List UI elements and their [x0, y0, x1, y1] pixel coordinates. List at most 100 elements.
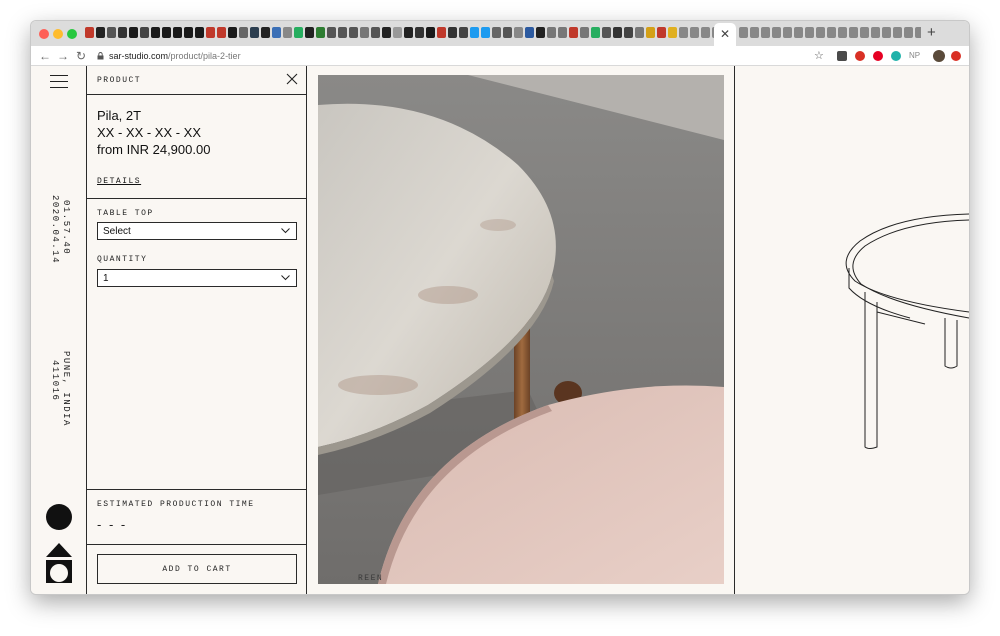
- tab-favicon[interactable]: [904, 27, 913, 38]
- tab-favicon[interactable]: [404, 27, 413, 38]
- tab-favicon[interactable]: [772, 27, 781, 38]
- tab-favicon[interactable]: [217, 27, 226, 38]
- close-tab-icon[interactable]: ✕: [720, 26, 730, 42]
- tab-favicon[interactable]: [151, 27, 160, 38]
- extension-icon[interactable]: [951, 51, 961, 61]
- tab-favicon[interactable]: [657, 27, 666, 38]
- back-arrow-icon[interactable]: ←: [39, 48, 51, 64]
- np-extension-icon[interactable]: NP: [909, 50, 920, 62]
- tab-favicon[interactable]: [470, 27, 479, 38]
- tab-favicon[interactable]: [107, 27, 116, 38]
- tab-favicon[interactable]: [547, 27, 556, 38]
- tab-favicon[interactable]: [393, 27, 402, 38]
- table-top-select[interactable]: Select: [97, 222, 297, 240]
- tab-favicon[interactable]: [805, 27, 814, 38]
- address-bar[interactable]: sar-studio.com/product/pila-2-tier: [109, 49, 241, 63]
- extension-icon[interactable]: [891, 51, 901, 61]
- tab-favicon[interactable]: [893, 27, 902, 38]
- tab-favicon[interactable]: [503, 27, 512, 38]
- tab-favicon[interactable]: [261, 27, 270, 38]
- extension-icon[interactable]: [837, 51, 847, 61]
- menu-icon[interactable]: [50, 75, 68, 89]
- tab-favicon[interactable]: [327, 27, 336, 38]
- tab-favicon[interactable]: [448, 27, 457, 38]
- tab-favicon[interactable]: [437, 27, 446, 38]
- quantity-select[interactable]: 1: [97, 269, 297, 287]
- tab-favicon[interactable]: [602, 27, 611, 38]
- tab-favicon[interactable]: [96, 27, 105, 38]
- details-link[interactable]: DETAILS: [97, 177, 141, 186]
- tab-favicon[interactable]: [360, 27, 369, 38]
- tab-favicon[interactable]: [492, 27, 501, 38]
- tab-favicon[interactable]: [536, 27, 545, 38]
- tab-favicon[interactable]: [294, 27, 303, 38]
- tab-favicon[interactable]: [668, 27, 677, 38]
- tab-favicon[interactable]: [283, 27, 292, 38]
- tab-favicon[interactable]: [915, 27, 921, 38]
- tab-favicon[interactable]: [514, 27, 523, 38]
- active-tab[interactable]: ✕: [714, 23, 736, 46]
- tab-favicon[interactable]: [426, 27, 435, 38]
- add-to-cart-button[interactable]: ADD TO CART: [97, 554, 297, 584]
- maximize-window-button[interactable]: [67, 29, 77, 39]
- tab-favicon[interactable]: [860, 27, 869, 38]
- tab-favicon[interactable]: [882, 27, 891, 38]
- tab-favicon[interactable]: [783, 27, 792, 38]
- tab-favicon[interactable]: [228, 27, 237, 38]
- tab-favicon[interactable]: [591, 27, 600, 38]
- tab-favicon[interactable]: [613, 27, 622, 38]
- tab-favicon[interactable]: [173, 27, 182, 38]
- tab-favicon[interactable]: [690, 27, 699, 38]
- bookmark-star-icon[interactable]: ☆: [814, 48, 824, 64]
- tab-favicon[interactable]: [184, 27, 193, 38]
- tab-favicon[interactable]: [162, 27, 171, 38]
- tab-favicon[interactable]: [558, 27, 567, 38]
- tab-favicon[interactable]: [739, 27, 748, 38]
- new-tab-button[interactable]: +: [927, 24, 936, 42]
- forward-arrow-icon[interactable]: →: [57, 48, 69, 64]
- reload-icon[interactable]: ↻: [76, 48, 86, 64]
- tab-favicon[interactable]: [459, 27, 468, 38]
- tab-favicon[interactable]: [569, 27, 578, 38]
- pinterest-icon[interactable]: [873, 51, 883, 61]
- tab-favicon[interactable]: [206, 27, 215, 38]
- close-window-button[interactable]: [39, 29, 49, 39]
- close-icon[interactable]: [286, 73, 298, 85]
- tab-favicon[interactable]: [129, 27, 138, 38]
- tab-favicon[interactable]: [415, 27, 424, 38]
- tab-favicon[interactable]: [250, 27, 259, 38]
- tab-favicon[interactable]: [679, 27, 688, 38]
- tab-favicon[interactable]: [338, 27, 347, 38]
- tab-favicon[interactable]: [272, 27, 281, 38]
- tab-favicon[interactable]: [827, 27, 836, 38]
- avatar[interactable]: [933, 50, 945, 62]
- tab-favicon[interactable]: [305, 27, 314, 38]
- tab-favicon[interactable]: [816, 27, 825, 38]
- tab-favicon[interactable]: [481, 27, 490, 38]
- tab-favicon[interactable]: [624, 27, 633, 38]
- tab-favicon[interactable]: [371, 27, 380, 38]
- tab-favicon[interactable]: [239, 27, 248, 38]
- tab-favicon[interactable]: [195, 27, 204, 38]
- tab-favicon[interactable]: [118, 27, 127, 38]
- tab-favicon[interactable]: [794, 27, 803, 38]
- tab-favicon[interactable]: [701, 27, 710, 38]
- tab-favicon[interactable]: [85, 27, 94, 38]
- tab-favicon[interactable]: [646, 27, 655, 38]
- tab-favicon[interactable]: [849, 27, 858, 38]
- tab-favicon[interactable]: [635, 27, 644, 38]
- tab-favicon[interactable]: [580, 27, 589, 38]
- tab-favicon[interactable]: [349, 27, 358, 38]
- tab-favicon[interactable]: [316, 27, 325, 38]
- tab-favicon[interactable]: [525, 27, 534, 38]
- product-photo[interactable]: REEN: [318, 75, 724, 584]
- logo-arch-mark[interactable]: [46, 543, 72, 583]
- tab-favicon[interactable]: [382, 27, 391, 38]
- tab-favicon[interactable]: [871, 27, 880, 38]
- minimize-window-button[interactable]: [53, 29, 63, 39]
- logo-circle-mark[interactable]: [46, 504, 72, 530]
- tab-favicon[interactable]: [750, 27, 759, 38]
- tab-favicon[interactable]: [838, 27, 847, 38]
- tab-favicon[interactable]: [140, 27, 149, 38]
- extension-icon[interactable]: [855, 51, 865, 61]
